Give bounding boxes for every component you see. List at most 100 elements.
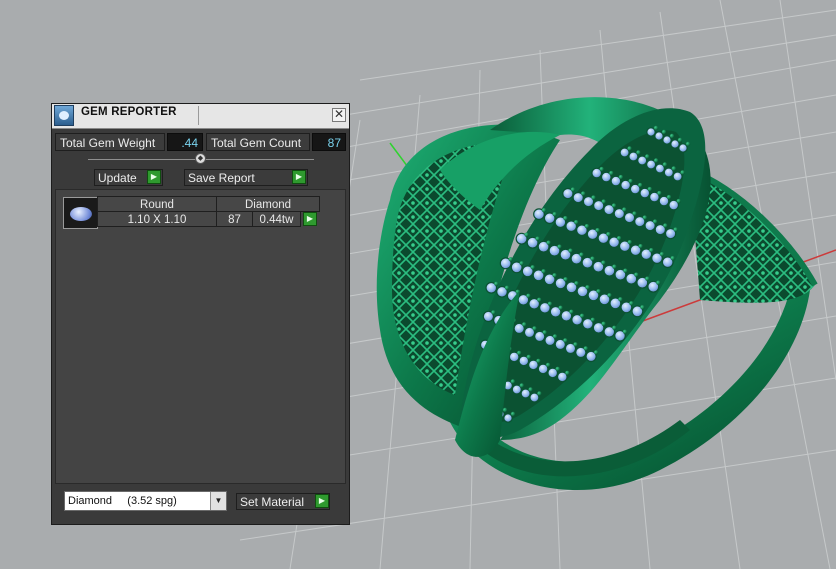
- save-report-go-icon[interactable]: ▶: [292, 170, 306, 184]
- prong-bead: [502, 407, 508, 413]
- prong-bead: [618, 174, 624, 180]
- prong-bead: [532, 326, 537, 331]
- prong-bead: [593, 350, 599, 355]
- prong-bead: [618, 297, 623, 302]
- prong-bead: [676, 198, 681, 204]
- prong-bead: [565, 370, 570, 376]
- prong-bead: [526, 293, 531, 298]
- pave-gem: [678, 143, 688, 153]
- prong-bead: [622, 207, 627, 212]
- prong-bead: [568, 248, 573, 253]
- prong-bead: [656, 280, 661, 285]
- prong-bead: [607, 293, 612, 298]
- prong-bead: [649, 248, 654, 253]
- prong-bead: [590, 317, 595, 322]
- material-select[interactable]: Diamond (3.52 spg) ▼: [64, 491, 227, 511]
- prong-bead: [612, 264, 617, 269]
- prong-bead: [647, 186, 652, 192]
- prong-bead: [601, 321, 606, 326]
- prong-bead: [636, 150, 641, 155]
- prong-bead: [671, 166, 676, 171]
- prong-bead: [670, 256, 675, 261]
- gem-row-go-icon[interactable]: ▶: [303, 212, 317, 226]
- prong-bead: [537, 297, 542, 302]
- prong-bead: [491, 310, 496, 315]
- prong-bead: [642, 215, 647, 220]
- panel-title: GEM REPORTER: [81, 106, 177, 118]
- prong-bead: [606, 232, 611, 237]
- total-gem-count-value: 87: [312, 133, 346, 151]
- prong-bead: [583, 346, 588, 351]
- prong-bead: [601, 260, 606, 265]
- prong-bead: [666, 194, 672, 200]
- prong-bead: [563, 277, 568, 282]
- chevron-down-icon[interactable]: ▼: [210, 492, 226, 510]
- prong-bead: [558, 305, 563, 310]
- close-icon[interactable]: ✕: [332, 108, 346, 122]
- prong-bead: [504, 285, 510, 290]
- prong-bead: [640, 305, 645, 310]
- prong-bead: [581, 191, 586, 196]
- prong-bead: [541, 269, 546, 274]
- total-gem-count-label: Total Gem Count: [206, 133, 310, 151]
- prong-bead: [661, 129, 667, 135]
- prong-bead: [546, 240, 551, 245]
- prong-bead: [596, 289, 601, 294]
- update-go-icon[interactable]: ▶: [147, 170, 161, 184]
- prong-bead: [510, 411, 516, 417]
- prong-bead: [570, 187, 576, 192]
- round-gem-thumbnail-icon[interactable]: [63, 197, 98, 229]
- prong-bead: [627, 240, 632, 245]
- prong-bead: [645, 154, 650, 159]
- prong-bead: [632, 211, 637, 216]
- set-material-go-icon[interactable]: ▶: [315, 494, 329, 508]
- prong-bead: [526, 354, 531, 360]
- prong-bead: [585, 285, 590, 290]
- save-report-button[interactable]: Save Report: [184, 169, 308, 186]
- gem-list-area: Round Diamond 1.10 X 1.10 87 0.44tw ▶: [55, 189, 346, 484]
- prong-bead: [685, 141, 691, 147]
- prong-bead: [638, 244, 643, 249]
- prong-bead: [579, 313, 585, 318]
- prong-bead: [652, 219, 658, 224]
- panel-titlebar[interactable]: GEM REPORTER ✕: [52, 104, 349, 129]
- prong-bead: [569, 309, 574, 314]
- prong-bead: [579, 252, 584, 257]
- gem-shape-header: Round: [97, 196, 217, 212]
- prong-bead: [599, 166, 604, 172]
- prong-bead: [627, 146, 632, 151]
- prong-bead: [552, 212, 557, 217]
- prong-bead: [638, 182, 643, 188]
- prong-bead: [680, 170, 685, 175]
- prong-bead: [584, 224, 590, 229]
- prong-bead: [519, 383, 524, 388]
- prong-bead: [663, 223, 668, 228]
- gem-count-cell: 87: [216, 211, 253, 227]
- total-gem-weight-value: .44: [167, 133, 203, 151]
- prong-bead: [609, 170, 614, 176]
- prong-bead: [612, 325, 617, 330]
- size-slider-handle[interactable]: ◆: [195, 153, 206, 164]
- prong-bead: [563, 216, 568, 221]
- prong-bead: [545, 362, 551, 368]
- prong-bead: [528, 387, 533, 392]
- prong-bead: [659, 252, 665, 257]
- prong-bead: [673, 227, 678, 232]
- prong-bead: [634, 272, 639, 277]
- pave-gem: [646, 127, 656, 137]
- update-button-label: Update: [98, 171, 137, 185]
- prong-bead: [537, 391, 542, 396]
- prong-bead: [628, 178, 633, 184]
- prong-bead: [547, 301, 553, 306]
- prong-bead: [536, 358, 541, 364]
- prong-bead: [629, 301, 634, 306]
- prong-bead: [524, 232, 529, 237]
- prong-bead: [535, 236, 540, 241]
- prong-bead: [601, 199, 606, 204]
- prong-bead: [555, 366, 560, 372]
- prong-bead: [494, 281, 499, 286]
- prong-bead: [563, 338, 568, 343]
- prong-bead: [510, 379, 516, 384]
- prong-bead: [508, 257, 513, 262]
- prong-bead: [616, 236, 622, 241]
